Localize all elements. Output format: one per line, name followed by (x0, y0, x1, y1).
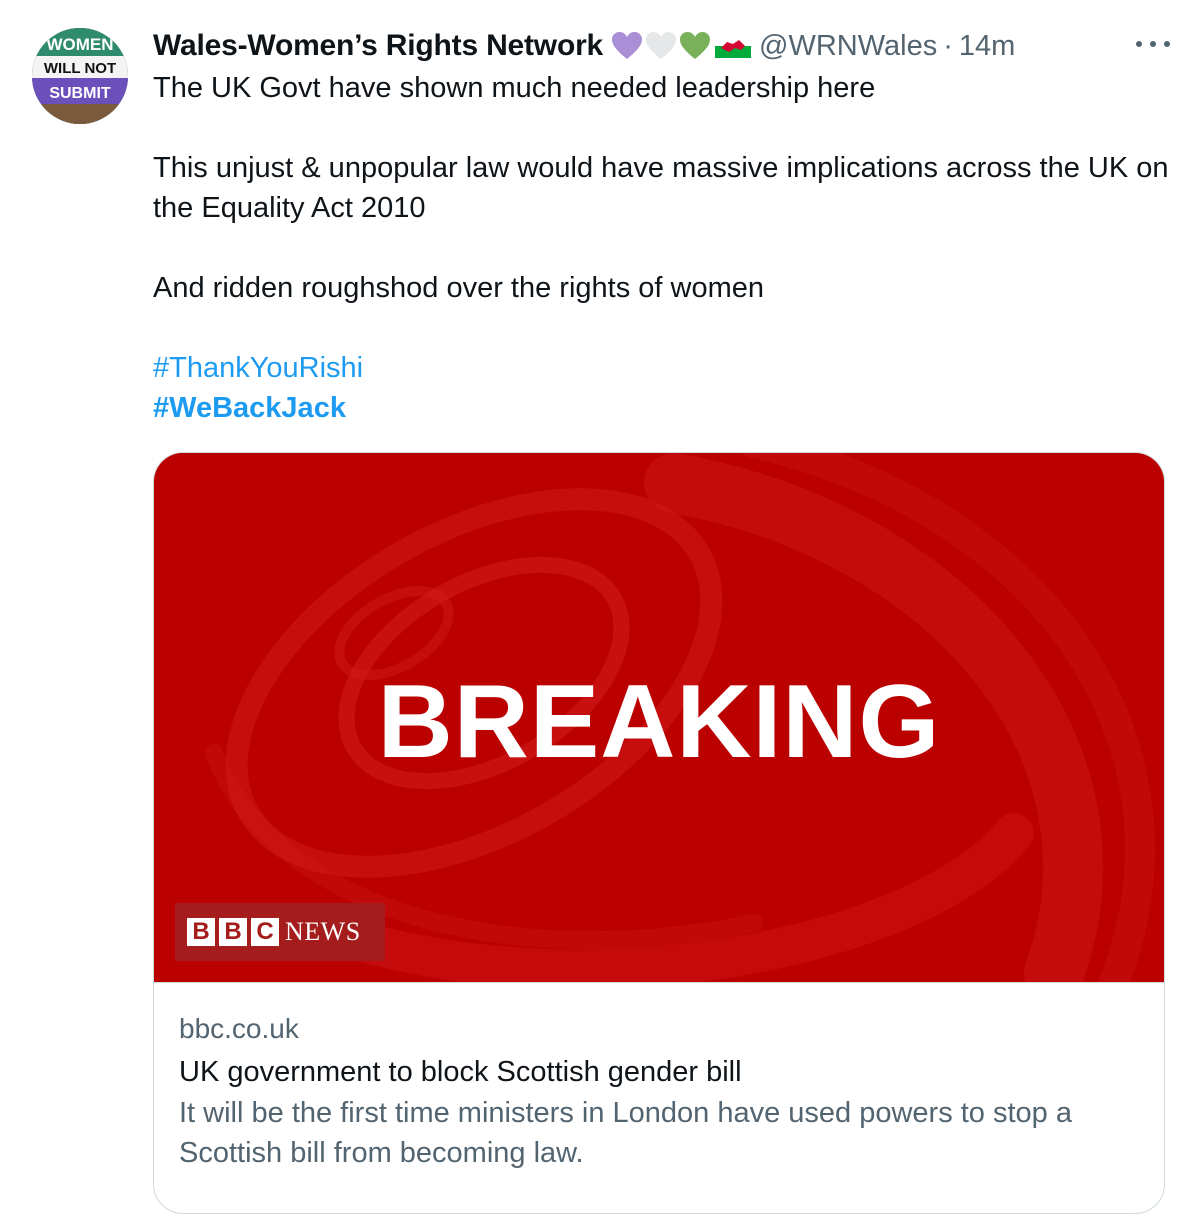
bbc-news-logo: B B C NEWS (175, 903, 385, 961)
green-heart-icon (680, 32, 711, 59)
bbc-logo-letter-1: B (187, 918, 215, 946)
more-options-icon[interactable] (1136, 32, 1170, 56)
avatar[interactable]: WOMEN WILL NOT SUBMIT (32, 28, 128, 124)
link-preview-card[interactable]: BREAKING B B C NEWS bbc.co.uk UK governm… (153, 452, 1165, 1214)
avatar-text-1: WOMEN (46, 35, 113, 54)
breaking-headline: BREAKING (377, 664, 941, 780)
card-meta[interactable]: bbc.co.uk UK government to block Scottis… (179, 1009, 1139, 1173)
card-image[interactable]: BREAKING B B C NEWS (154, 453, 1164, 982)
bbc-logo-letter-2: B (219, 918, 247, 946)
tweet-line-1: The UK Govt have shown much needed leade… (153, 72, 876, 104)
avatar-text-3: SUBMIT (49, 85, 111, 102)
tweet-line-2: This unjust & unpopular law would have m… (153, 152, 1169, 224)
card-divider (154, 982, 1164, 983)
purple-heart-icon (612, 32, 643, 59)
hashtag-thankyourishi[interactable]: #ThankYouRishi (153, 352, 363, 384)
white-heart-icon (646, 32, 677, 59)
avatar-text-2: WILL NOT (44, 60, 116, 77)
separator-dot: · (943, 29, 953, 62)
wales-flag-icon (715, 34, 752, 58)
tweet-line-3: And ridden roughshod over the rights of … (153, 272, 764, 304)
card-domain: bbc.co.uk (179, 1013, 299, 1044)
bbc-logo-word: NEWS (285, 917, 361, 946)
timestamp[interactable]: 14m (959, 30, 1015, 63)
tweet-text: The UK Govt have shown much needed leade… (153, 68, 1173, 428)
bbc-logo-letter-3: C (251, 918, 279, 946)
user-handle[interactable]: @WRNWales (759, 30, 937, 63)
display-name[interactable]: Wales-Women’s Rights Network (153, 29, 603, 63)
tweet-header: Wales-Women’s Rights Network @WRNWales ·… (153, 26, 1176, 66)
card-description: It will be the first time ministers in L… (179, 1097, 1072, 1169)
hashtag-webackjack[interactable]: #WeBackJack (153, 392, 346, 424)
tweet[interactable]: WOMEN WILL NOT SUBMIT Wales-Women’s Righ… (0, 0, 1202, 1214)
card-title: UK government to block Scottish gender b… (179, 1056, 742, 1088)
name-emojis (611, 31, 752, 61)
